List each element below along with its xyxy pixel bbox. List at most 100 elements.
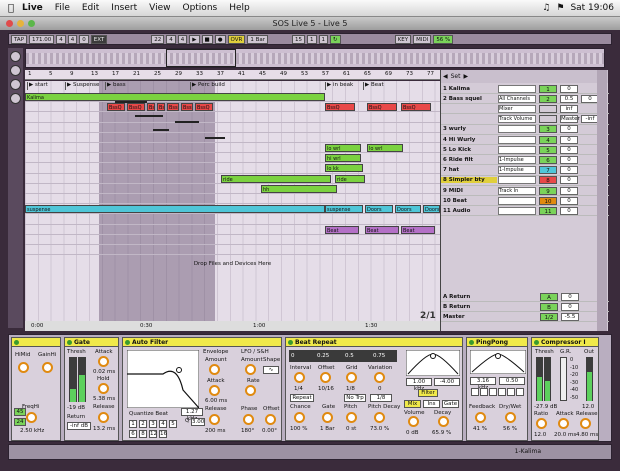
decay-knob[interactable] <box>438 416 449 427</box>
beat-ruler[interactable]: 1 5 9 13 17 21 25 29 33 37 41 45 49 53 57 61 65 69 73 77 <box>25 70 440 80</box>
arrangement-overview[interactable] <box>25 48 605 68</box>
menu-file[interactable]: File <box>55 3 70 13</box>
gate-hold-knob[interactable] <box>98 383 109 394</box>
track-activator[interactable]: 11 <box>539 206 557 215</box>
loop-switch-icon[interactable]: ↻ <box>330 34 341 44</box>
filter-width-value[interactable]: -4.00 <box>434 378 460 386</box>
mixer-track-row[interactable]: 2 Bass squel All Channels 2 0.5 0 <box>441 94 609 105</box>
comp-thresh-slider[interactable] <box>544 357 551 401</box>
filter-freq-value[interactable]: 1.00 kHz <box>406 378 432 392</box>
mixer-track-row[interactable]: 8 Simpler bty 8 0 <box>441 176 609 186</box>
mixer-track-row[interactable]: 4 Hi Wurly 4 0 <box>441 135 609 145</box>
track-volume[interactable]: 0 <box>560 155 578 164</box>
apple-icon[interactable]:  <box>0 3 22 14</box>
track-activator[interactable]: 2 <box>539 94 557 103</box>
browser-plugin-icon[interactable] <box>10 93 21 104</box>
track-routing-select[interactable] <box>498 176 536 185</box>
arrangement-clip[interactable]: Doors <box>365 205 393 214</box>
drywet-knob[interactable] <box>505 412 516 423</box>
midi-note[interactable] <box>115 101 147 103</box>
arrangement-clip[interactable]: Beat <box>401 225 435 234</box>
interval-knob[interactable] <box>294 372 305 383</box>
minimize-icon[interactable] <box>17 20 24 27</box>
browser-toggle-icon[interactable] <box>10 51 21 62</box>
quantize-beat-button[interactable]: 5 <box>169 420 177 428</box>
track-routing-select[interactable]: Track Volume <box>498 115 536 124</box>
arrangement-clip[interactable]: ride <box>335 174 365 183</box>
track-activator[interactable] <box>539 104 557 113</box>
pingpong-filter-display[interactable] <box>470 350 526 374</box>
arrangement-clip[interactable]: Doors <box>395 205 421 214</box>
quantize-beat-button[interactable]: 1 <box>129 420 137 428</box>
midi-note[interactable] <box>135 115 163 117</box>
arrangement-clip[interactable]: lo wrl <box>325 144 361 152</box>
locator-marker[interactable]: ▶ bass <box>105 82 126 90</box>
record-icon[interactable]: ● <box>214 34 226 44</box>
track-activator[interactable]: 3 <box>539 125 557 134</box>
track-activator[interactable]: 8 <box>539 176 557 185</box>
gate-attack-knob[interactable] <box>98 356 109 367</box>
gate-release-knob[interactable] <box>98 412 109 423</box>
return-track-row[interactable]: Master 1/2 -5.5 <box>441 312 609 323</box>
menu-edit[interactable]: Edit <box>82 3 99 13</box>
pitch-knob[interactable] <box>346 412 357 423</box>
track-activator[interactable]: 5 <box>539 145 557 154</box>
menu-insert[interactable]: Insert <box>111 3 137 13</box>
menu-live[interactable]: Live <box>22 3 43 13</box>
track-lane[interactable] <box>25 245 440 256</box>
gate-mode-button[interactable]: Gate <box>442 400 459 408</box>
set-button[interactable]: Set <box>451 73 461 80</box>
arrangement-clip[interactable]: lo wrl <box>367 144 403 152</box>
signature-denominator[interactable]: 4 <box>67 34 78 44</box>
menu-help[interactable]: Help <box>229 3 250 13</box>
quantize-beat-button[interactable]: 16 <box>159 430 167 438</box>
stop-icon[interactable]: ■ <box>201 34 213 44</box>
return-name[interactable]: A Return <box>441 294 497 300</box>
mixer-track-row[interactable]: 1 Kalima 1 0 <box>441 84 609 94</box>
pp-beat-button[interactable] <box>489 388 497 396</box>
notrip-button[interactable]: No Trp <box>344 394 366 402</box>
gate-title[interactable]: Gate <box>65 338 118 347</box>
return-volume[interactable]: 0 <box>561 292 579 301</box>
track-name[interactable]: 2 Bass squel <box>441 96 497 102</box>
mixer-track-row[interactable]: Mixer inf <box>441 104 609 115</box>
repeat-button[interactable]: Repeat <box>290 394 314 402</box>
time-ruler[interactable]: 0:00 0:30 1:00 1:30 <box>25 321 440 331</box>
filter-curve-display[interactable] <box>127 350 199 408</box>
track-name[interactable]: 11 Audio <box>441 208 497 214</box>
tap-button[interactable]: TAP <box>11 34 28 44</box>
ext-button[interactable]: EXT <box>90 34 108 44</box>
track-name[interactable]: 8 Simpler bty <box>441 177 497 184</box>
locator-marker[interactable]: ▶ Suspense <box>65 82 99 90</box>
freqhi-knob[interactable] <box>26 412 37 423</box>
menu-options[interactable]: Options <box>182 3 217 13</box>
loop-sub-field[interactable]: 1 <box>318 34 329 44</box>
track-routing-select[interactable]: All Channels <box>498 94 536 103</box>
mixer-track-row[interactable]: 11 Audio 11 0 <box>441 206 609 217</box>
track-volume[interactable]: Master <box>560 115 580 124</box>
mixer-track-row[interactable]: 6 Ride filt 1-Impulse 6 0 <box>441 155 609 166</box>
arrangement-clip[interactable]: lo kk <box>325 164 363 173</box>
mixer-track-row[interactable]: 3 wurly 3 0 <box>441 125 609 135</box>
beatrepeat-scale[interactable]: 0 0.25 0.5 0.75 <box>289 350 397 362</box>
key-map-button[interactable]: KEY <box>394 34 412 44</box>
track-volume[interactable]: 0 <box>560 145 578 154</box>
track-activator[interactable]: 4 <box>539 135 557 144</box>
mixer-track-row[interactable]: Track Volume Master -inf <box>441 115 609 125</box>
rate-value[interactable]: 1.27 kHz <box>181 408 203 422</box>
return-track-row[interactable]: A Return A 0 <box>441 292 609 302</box>
track-activator[interactable]: 10 <box>539 196 557 205</box>
value-24[interactable]: 24 <box>14 418 26 426</box>
track-name[interactable]: 3 wurly <box>441 126 497 132</box>
pp-beat-button[interactable] <box>471 388 479 396</box>
tempo-field[interactable]: 171.00 <box>29 34 55 44</box>
locator-marker[interactable]: ▶ Perc build <box>190 82 225 90</box>
return-name[interactable]: Master <box>441 314 497 320</box>
track-volume[interactable]: 0 <box>560 135 578 144</box>
env-attack-knob[interactable] <box>209 385 220 396</box>
quantize-beat-button[interactable]: 2 <box>139 420 147 428</box>
track-routing-select[interactable] <box>498 125 536 134</box>
track-lane[interactable] <box>25 163 440 174</box>
pp-beat-button[interactable] <box>516 388 524 396</box>
loop-start-field[interactable]: 15 <box>292 34 306 44</box>
